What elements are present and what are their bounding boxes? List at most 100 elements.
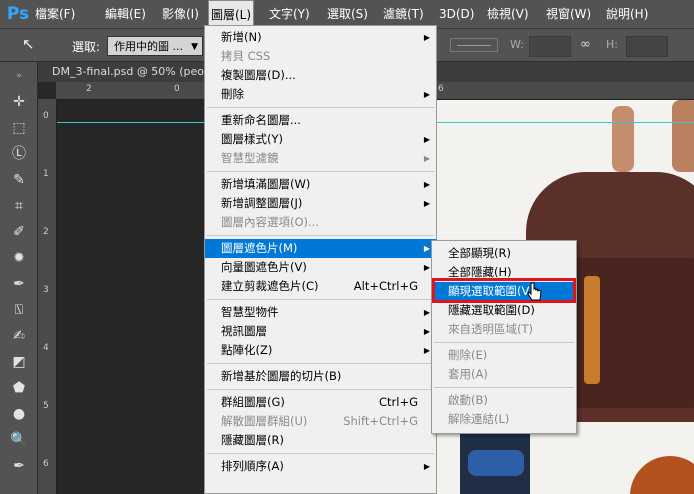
- layer-menu-item[interactable]: 刪除 ▶: [205, 85, 436, 104]
- hand-pointer-icon: [527, 282, 542, 301]
- menu-item-label: 全部顯現(R): [448, 246, 511, 260]
- menu-item-label: 圖層內容選項(O)...: [221, 215, 319, 229]
- submenu-arrow-icon: ▶: [423, 308, 430, 317]
- menu-item-label: 新增填滿圖層(W): [221, 177, 311, 191]
- menu-item-label: 智慧型物件: [221, 305, 279, 319]
- eraser-tool-icon[interactable]: ◩: [8, 352, 30, 372]
- layer-menu-item[interactable]: 視訊圖層 ▶: [205, 322, 436, 341]
- width-field[interactable]: [529, 36, 571, 57]
- link-icon[interactable]: ∞: [580, 37, 591, 52]
- menu-item[interactable]: 檢視(V): [485, 0, 531, 28]
- blur-tool-icon[interactable]: ●: [8, 404, 30, 424]
- layer-menu-item[interactable]: 智慧型物件 ▶: [205, 303, 436, 322]
- layer-menu-item[interactable]: 新增基於圖層的切片(B): [205, 367, 436, 386]
- move-tool-icon[interactable]: ↖: [22, 35, 35, 53]
- submenu-arrow-icon: ▶: [423, 199, 430, 208]
- menu-separator: [207, 107, 434, 108]
- menu-item-label: 智慧型濾鏡: [221, 151, 279, 165]
- mask-submenu-item[interactable]: 全部顯現(R): [432, 244, 576, 263]
- menu-item-label: 排列順序(A): [221, 459, 284, 473]
- vertical-ruler[interactable]: 0 1 2 3 4 5 6: [38, 99, 57, 494]
- eyedropper-tool-icon[interactable]: ✐: [8, 222, 30, 242]
- layer-menu-item[interactable]: 圖層內容選項(O)...: [205, 213, 436, 232]
- ruler-tick-label: 6: [438, 84, 444, 94]
- lasso-tool-icon[interactable]: Ⓛ: [8, 144, 30, 164]
- menu-item-label: 建立剪裁遮色片(C): [221, 279, 319, 293]
- menu-separator: [207, 235, 434, 236]
- brush-tool-icon[interactable]: ✒: [8, 274, 30, 294]
- ruler-tick-label: 0: [174, 84, 180, 94]
- layer-menu-item[interactable]: 新增調整圖層(J) ▶: [205, 194, 436, 213]
- auto-select-dropdown[interactable]: 作用中的圖 ... ▼: [107, 36, 203, 56]
- menu-item[interactable]: 說明(H): [604, 0, 650, 28]
- menu-item[interactable]: 選取(S): [325, 0, 370, 28]
- quick-select-tool-icon[interactable]: ✎: [8, 170, 30, 190]
- dodge-tool-icon[interactable]: 🔍: [8, 430, 30, 450]
- menu-separator: [434, 387, 574, 388]
- menu-item[interactable]: 文字(Y): [267, 0, 312, 28]
- layer-menu-item[interactable]: 新增填滿圖層(W) ▶: [205, 175, 436, 194]
- menu-item[interactable]: 編輯(E): [103, 0, 148, 28]
- menu-item[interactable]: 影像(I): [160, 0, 201, 28]
- menu-item[interactable]: 視窗(W): [544, 0, 593, 28]
- highlight-callout: [432, 278, 576, 303]
- menu-item-label: 刪除(E): [448, 348, 488, 362]
- layer-menu-item[interactable]: 向量圖遮色片(V) ▶: [205, 258, 436, 277]
- menu-item-label: 圖層樣式(Y): [221, 132, 283, 146]
- photoshop-logo: Ps: [6, 4, 30, 24]
- menu-item-label: 啟動(B): [448, 393, 488, 407]
- layer-menu-item[interactable]: 圖層樣式(Y) ▶: [205, 130, 436, 149]
- menu-item-label: 重新命名圖層...: [221, 113, 301, 127]
- menu-item-label: 點陣化(Z): [221, 343, 273, 357]
- history-brush-tool-icon[interactable]: ✍: [8, 326, 30, 346]
- paint-bucket-tool-icon[interactable]: ⬟: [8, 378, 30, 398]
- ruler-tick-label: 2: [43, 227, 49, 237]
- mask-submenu-item[interactable]: 隱藏選取範圍(D): [432, 301, 576, 320]
- submenu-arrow-icon: ▶: [423, 90, 430, 99]
- stroke-style-picker[interactable]: [450, 38, 498, 52]
- menu-item[interactable]: 圖層(L): [208, 0, 255, 28]
- menu-item[interactable]: 3D(D): [437, 0, 476, 28]
- layer-menu-item[interactable]: 重新命名圖層...: [205, 111, 436, 130]
- layer-menu-item[interactable]: 圖層遮色片(M) ▶: [205, 239, 436, 258]
- menu-item-label: 視訊圖層: [221, 324, 267, 338]
- stamp-tool-icon[interactable]: ⍂: [8, 300, 30, 320]
- ruler-tick-label: 3: [43, 285, 49, 295]
- marquee-tool-icon[interactable]: ⬚: [8, 118, 30, 138]
- layer-menu-item[interactable]: 智慧型濾鏡 ▶: [205, 149, 436, 168]
- menu-separator: [207, 299, 434, 300]
- layer-menu-item[interactable]: 解散圖層群組(U) Shift+Ctrl+G: [205, 412, 436, 431]
- move-tool-icon[interactable]: ✛: [8, 92, 30, 112]
- mask-submenu-item[interactable]: 來自透明區域(T): [432, 320, 576, 339]
- panel-collapse-icon[interactable]: »: [8, 66, 30, 86]
- width-label: W:: [510, 38, 524, 51]
- layer-menu-item[interactable]: 複製圖層(D)...: [205, 66, 436, 85]
- layer-menu-item[interactable]: 新增(N) ▶: [205, 28, 436, 47]
- pen-tool-icon[interactable]: ✒: [8, 456, 30, 476]
- ruler-tick-label: 0: [43, 111, 49, 121]
- submenu-arrow-icon: ▶: [423, 346, 430, 355]
- mask-submenu-item[interactable]: 解除連結(L): [432, 410, 576, 429]
- menu-item-label: 隱藏圖層(R): [221, 433, 284, 447]
- healing-tool-icon[interactable]: ✹: [8, 248, 30, 268]
- layer-menu-item[interactable]: 隱藏圖層(R): [205, 431, 436, 450]
- height-field[interactable]: [626, 36, 668, 57]
- menu-item[interactable]: 檔案(F): [33, 0, 77, 28]
- layer-menu-item[interactable]: 排列順序(A) ▶: [205, 457, 436, 476]
- layer-menu-item[interactable]: 拷貝 CSS: [205, 47, 436, 66]
- submenu-arrow-icon: ▶: [423, 135, 430, 144]
- layer-menu-dropdown: 新增(N) ▶ 拷貝 CSS 複製圖層(D)... 刪除 ▶ 重新命名圖層... 圖層樣式(Y…: [204, 25, 437, 494]
- mask-submenu-item[interactable]: 套用(A): [432, 365, 576, 384]
- submenu-arrow-icon: ▶: [423, 154, 430, 163]
- menu-item-label: 來自透明區域(T): [448, 322, 533, 336]
- mask-submenu-item[interactable]: 刪除(E): [432, 346, 576, 365]
- crop-tool-icon[interactable]: ⌗: [8, 196, 30, 216]
- menu-item-shortcut: Shift+Ctrl+G: [343, 414, 418, 428]
- layer-menu-item[interactable]: 點陣化(Z) ▶: [205, 341, 436, 360]
- chevron-down-icon: ▼: [191, 42, 198, 52]
- layer-menu-item[interactable]: 建立剪裁遮色片(C) Alt+Ctrl+G: [205, 277, 436, 296]
- layer-menu-item[interactable]: 群組圖層(G) Ctrl+G: [205, 393, 436, 412]
- mask-submenu-item[interactable]: 啟動(B): [432, 391, 576, 410]
- menu-item[interactable]: 濾鏡(T): [381, 0, 426, 28]
- menu-separator: [207, 363, 434, 364]
